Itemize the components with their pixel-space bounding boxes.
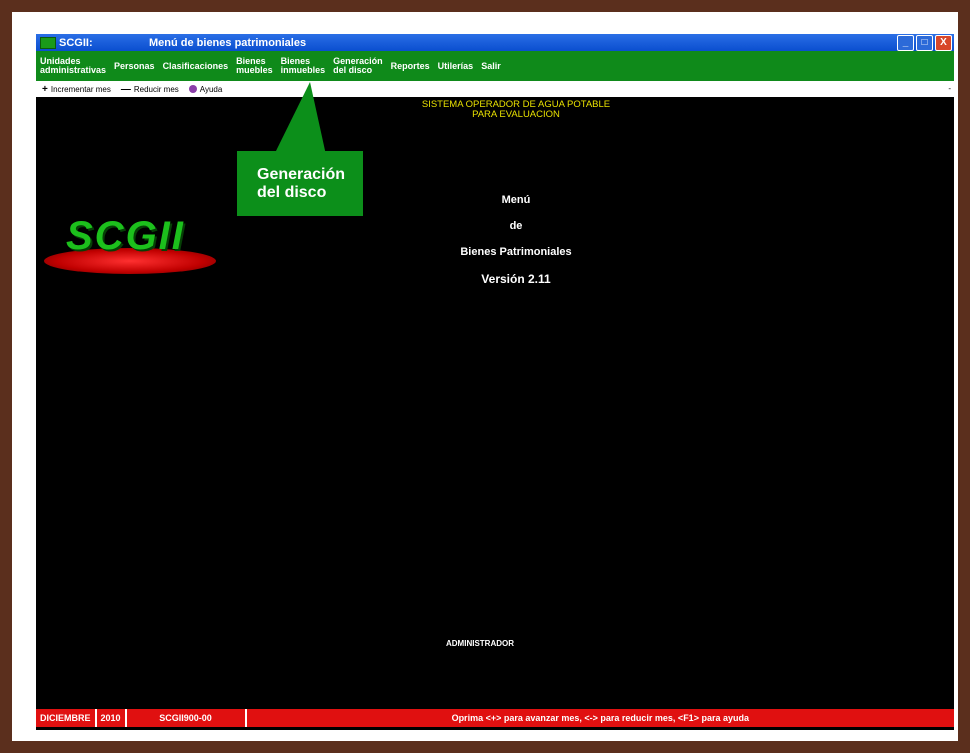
- welcome-line2: de: [509, 220, 523, 232]
- callout-line1: Generación: [257, 165, 346, 183]
- menu-item-unidades[interactable]: Unidades administrativas: [36, 57, 110, 75]
- minimize-icon[interactable]: _: [897, 35, 914, 51]
- help-label: Ayuda: [199, 84, 223, 94]
- status-message: Oprima <+> para avanzar mes, <-> para re…: [451, 713, 749, 723]
- help-icon: [188, 85, 197, 93]
- welcome-line3: Bienes Patrimoniales: [460, 246, 572, 258]
- increment-month-label: Incrementar mes: [50, 84, 111, 94]
- welcome-line1: Menú: [501, 194, 531, 206]
- app-icon: [40, 36, 56, 49]
- logo-text: SCGII: [66, 214, 185, 258]
- app-name: SCGII:: [59, 36, 93, 49]
- reduce-month-button[interactable]: — Reducir mes: [121, 84, 179, 95]
- menu-item-utilerias[interactable]: Utilerías: [434, 61, 478, 71]
- toolbar-right-marker: -: [948, 84, 951, 93]
- welcome-panel: Menú de Bienes Patrimoniales Versión 2.1…: [366, 194, 666, 300]
- menu-item-clasificaciones[interactable]: Clasificaciones: [159, 61, 233, 71]
- menu-item-bienes-muebles[interactable]: Bienes muebles: [232, 57, 277, 75]
- reduce-month-label: Reducir mes: [133, 84, 179, 94]
- menu-item-generacion-disco[interactable]: Generación del disco: [329, 57, 387, 75]
- plus-icon: +: [42, 83, 48, 95]
- maximize-icon[interactable]: □: [916, 35, 933, 51]
- minus-icon: —: [120, 83, 131, 95]
- system-title-line2: PARA EVALUACION: [472, 109, 560, 120]
- status-bar: DICIEMBRE 2010 SCGII900-00 Oprima <+> pa…: [36, 709, 954, 727]
- menu-item-reportes[interactable]: Reportes: [387, 61, 434, 71]
- system-title: SISTEMA OPERADOR DE AGUA POTABLE PARA EV…: [336, 100, 696, 120]
- close-icon[interactable]: X: [935, 35, 952, 51]
- version-label: Versión 2.11: [481, 272, 551, 286]
- callout-pointer: [274, 82, 326, 155]
- window-controls: _ □ X: [897, 35, 952, 51]
- user-label: ADMINISTRADOR: [446, 639, 514, 648]
- menu-item-salir[interactable]: Salir: [477, 61, 505, 71]
- callout-line2: del disco: [257, 183, 327, 201]
- status-month: DICIEMBRE: [36, 709, 97, 727]
- increment-month-button[interactable]: + Incrementar mes: [42, 84, 111, 95]
- menu-bar: Unidades administrativas Personas Clasif…: [36, 51, 954, 81]
- status-year: 2010: [97, 709, 127, 727]
- help-button[interactable]: Ayuda: [188, 84, 223, 94]
- menu-item-bienes-inmuebles[interactable]: Bienes inmuebles: [277, 57, 330, 75]
- status-code: SCGII900-00: [127, 709, 247, 727]
- title-bar: SCGII: Menú de bienes patrimoniales _ □ …: [36, 34, 954, 51]
- window-title: Menú de bienes patrimoniales: [149, 36, 307, 49]
- menu-item-personas[interactable]: Personas: [110, 61, 159, 71]
- scgii-logo: SCGII: [44, 212, 216, 284]
- app-window: SCGII: Menú de bienes patrimoniales _ □ …: [36, 34, 954, 730]
- toolbar: + Incrementar mes — Reducir mes Ayuda -: [36, 81, 954, 97]
- callout-generacion-disco: Generación del disco: [237, 151, 363, 216]
